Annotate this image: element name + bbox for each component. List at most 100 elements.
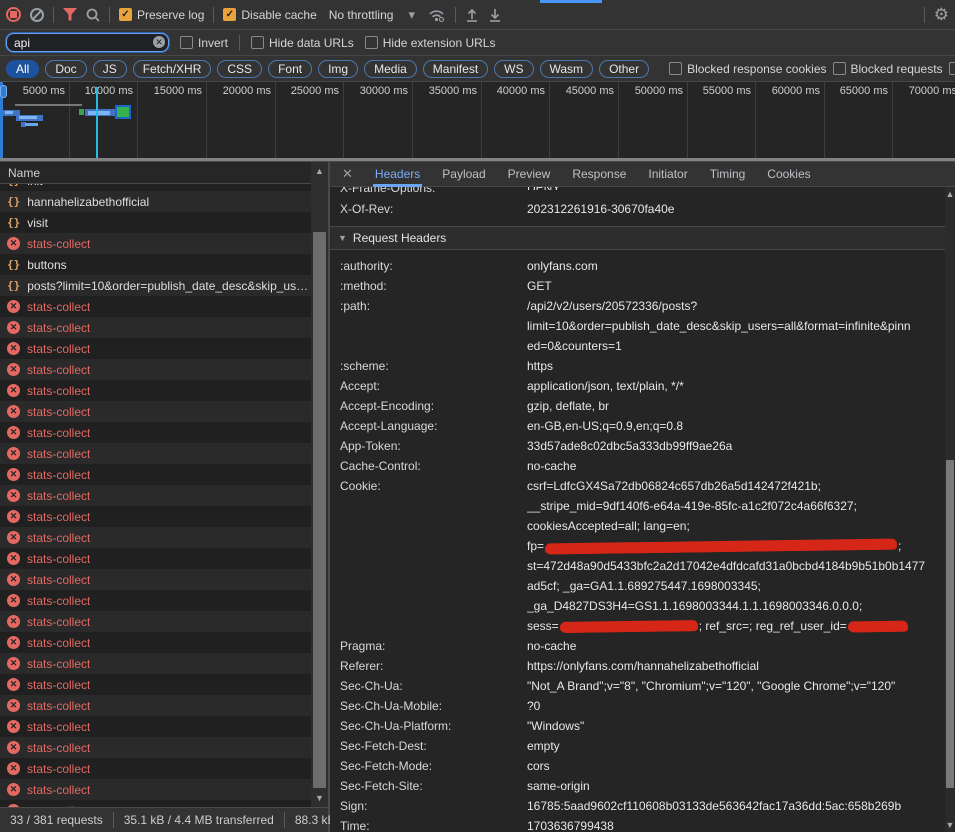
tab-timing[interactable]: Timing [710, 162, 746, 187]
scroll-down-icon[interactable]: ▼ [311, 791, 328, 805]
hide-extension-urls-label: Hide extension URLs [383, 36, 496, 50]
header-row: Accept-Encoding:gzip, deflate, br [330, 396, 945, 416]
filter-input-wrap: ✕ [6, 33, 169, 52]
tab-preview[interactable]: Preview [508, 162, 551, 187]
table-row[interactable]: {}visit [0, 212, 311, 233]
filter-icon[interactable] [63, 8, 77, 21]
clear-filter-icon[interactable]: ✕ [153, 36, 165, 48]
filter-chip-manifest[interactable]: Manifest [423, 60, 488, 78]
filter-chip-media[interactable]: Media [364, 60, 417, 78]
checkbox-checked-icon: ✓ [119, 8, 132, 21]
record-icon[interactable] [6, 7, 21, 22]
tab-response[interactable]: Response [572, 162, 626, 187]
request-list-scrollbar[interactable]: ▲ ▼ [311, 162, 328, 807]
detail-scrollbar[interactable]: ▲ ▼ [945, 187, 955, 832]
filter-chip-all[interactable]: All [6, 60, 39, 78]
settings-gear-icon[interactable]: ⚙ [934, 6, 949, 23]
waterfall-bar [19, 116, 37, 119]
filter-chip-other[interactable]: Other [599, 60, 649, 78]
table-row[interactable]: ✕stats-collect [0, 296, 311, 317]
table-row[interactable]: {}init [0, 184, 311, 191]
tab-initiator[interactable]: Initiator [648, 162, 687, 187]
preserve-log-checkbox[interactable]: ✓ Preserve log [119, 8, 204, 22]
table-row[interactable]: ✕stats-collect [0, 716, 311, 737]
overview-splitter[interactable] [0, 158, 955, 161]
scrollbar-thumb[interactable] [313, 232, 326, 788]
request-headers-section[interactable]: ▼ Request Headers [330, 226, 945, 250]
header-name: Cookie: [330, 476, 527, 636]
table-row[interactable]: ✕stats-collect [0, 737, 311, 758]
header-name: :authority: [330, 256, 527, 276]
filter-chip-wasm[interactable]: Wasm [540, 60, 594, 78]
error-icon: ✕ [7, 552, 20, 565]
timeline-gridline [343, 82, 344, 158]
table-row[interactable]: ✕stats-collect [0, 464, 311, 485]
filter-chip-img[interactable]: Img [318, 60, 358, 78]
filter-chip-ws[interactable]: WS [494, 60, 533, 78]
network-conditions-icon[interactable] [428, 8, 446, 22]
table-row[interactable]: ✕stats-collect [0, 380, 311, 401]
table-row[interactable]: ✕stats-collect [0, 359, 311, 380]
export-har-icon[interactable] [488, 8, 502, 22]
scroll-up-icon[interactable]: ▲ [945, 187, 955, 201]
table-row[interactable]: {}posts?limit=10&order=publish_date_desc… [0, 275, 311, 296]
table-row[interactable]: ✕stats-collect [0, 800, 311, 807]
filter-chip-font[interactable]: Font [268, 60, 312, 78]
scroll-up-icon[interactable]: ▲ [311, 164, 328, 178]
table-row[interactable]: ✕stats-collect [0, 569, 311, 590]
table-row[interactable]: ✕stats-collect [0, 233, 311, 254]
table-row[interactable]: ✕stats-collect [0, 611, 311, 632]
table-row[interactable]: ✕stats-collect [0, 443, 311, 464]
table-row[interactable]: ✕stats-collect [0, 485, 311, 506]
header-row: X-Of-Rev:202312261916-30670fa40e [330, 199, 945, 219]
close-icon[interactable]: ✕ [342, 166, 353, 182]
overview-brush-handle[interactable] [0, 85, 7, 98]
network-overview-timeline[interactable]: 5000 ms10000 ms15000 ms20000 ms25000 ms3… [0, 82, 955, 162]
selected-request-block [115, 105, 131, 119]
request-name: visit [27, 216, 48, 230]
tab-payload[interactable]: Payload [442, 162, 485, 187]
timeline-tick-label: 45000 ms [566, 85, 614, 97]
invert-checkbox[interactable]: Invert [180, 36, 228, 50]
import-har-icon[interactable] [465, 8, 479, 22]
filter-chip-fetch-xhr[interactable]: Fetch/XHR [133, 60, 212, 78]
table-row[interactable]: ✕stats-collect [0, 632, 311, 653]
table-row[interactable]: ✕stats-collect [0, 653, 311, 674]
table-row[interactable]: {}buttons [0, 254, 311, 275]
fetch-xhr-icon: {} [7, 279, 20, 292]
table-row[interactable]: {}hannahelizabethofficial [0, 191, 311, 212]
error-icon: ✕ [7, 342, 20, 355]
filter-chip-doc[interactable]: Doc [45, 60, 86, 78]
blocked-response-cookies-checkbox[interactable]: Blocked response cookies [669, 62, 826, 76]
table-row[interactable]: ✕stats-collect [0, 506, 311, 527]
hide-data-urls-checkbox[interactable]: Hide data URLs [251, 36, 354, 50]
table-row[interactable]: ✕stats-collect [0, 401, 311, 422]
timeline-tick-label: 20000 ms [223, 85, 271, 97]
table-row[interactable]: ✕stats-collect [0, 317, 311, 338]
table-row[interactable]: ✕stats-collect [0, 674, 311, 695]
disable-cache-checkbox[interactable]: ✓ Disable cache [223, 8, 316, 22]
name-column-header[interactable]: Name [0, 162, 328, 184]
table-row[interactable]: ✕stats-collect [0, 548, 311, 569]
throttling-select[interactable]: No throttling ▾ [329, 8, 415, 22]
table-row[interactable]: ✕stats-collect [0, 338, 311, 359]
clear-icon[interactable] [30, 8, 44, 22]
table-row[interactable]: ✕stats-collect [0, 758, 311, 779]
hide-extension-urls-checkbox[interactable]: Hide extension URLs [365, 36, 496, 50]
header-row: Sec-Fetch-Dest:empty [330, 736, 945, 756]
scrollbar-thumb[interactable] [946, 460, 954, 788]
filter-input[interactable] [6, 33, 169, 52]
tab-headers[interactable]: Headers [375, 162, 420, 187]
table-row[interactable]: ✕stats-collect [0, 695, 311, 716]
tab-cookies[interactable]: Cookies [767, 162, 810, 187]
table-row[interactable]: ✕stats-collect [0, 590, 311, 611]
filter-chip-css[interactable]: CSS [217, 60, 262, 78]
blocked-requests-checkbox[interactable]: Blocked requests [833, 62, 943, 76]
third-party-requests-checkbox[interactable]: 3rd-party requests [949, 62, 955, 76]
search-icon[interactable] [86, 8, 100, 22]
filter-chip-js[interactable]: JS [93, 60, 127, 78]
table-row[interactable]: ✕stats-collect [0, 779, 311, 800]
table-row[interactable]: ✕stats-collect [0, 422, 311, 443]
table-row[interactable]: ✕stats-collect [0, 527, 311, 548]
scroll-down-icon[interactable]: ▼ [945, 818, 955, 832]
